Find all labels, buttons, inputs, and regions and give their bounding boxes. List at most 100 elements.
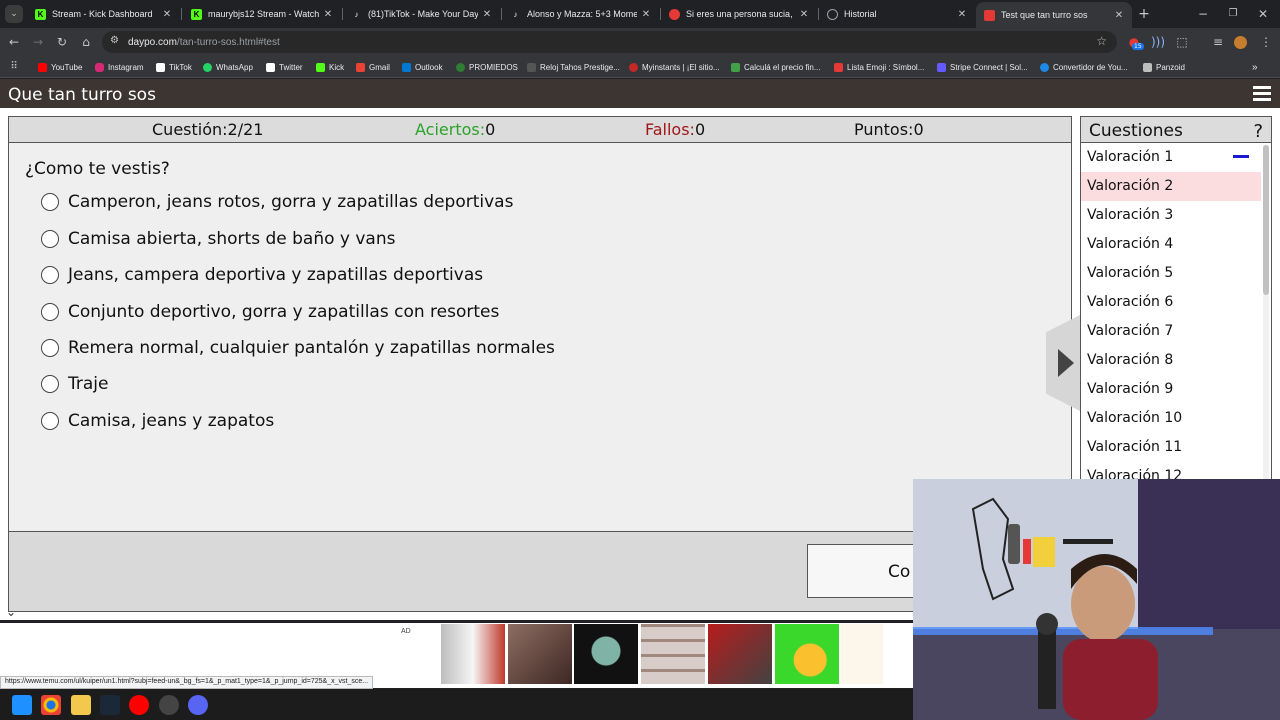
reading-list-icon[interactable]: ≡ <box>1210 34 1226 50</box>
bookmark-tiktok[interactable]: TikTok <box>156 60 192 74</box>
radio-button[interactable] <box>41 193 59 211</box>
steam-icon[interactable] <box>100 695 120 715</box>
tab-title: maurybjs12 Stream - Watch Live <box>208 9 319 19</box>
kick-icon <box>316 62 325 72</box>
bookmark-gmail[interactable]: Gmail <box>356 60 390 74</box>
close-icon[interactable]: ✕ <box>957 9 967 20</box>
bookmark-promiedos[interactable]: PROMIEDOS <box>456 60 518 74</box>
url-host: daypo.com <box>128 36 177 48</box>
reload-icon[interactable]: ↻ <box>54 34 70 50</box>
ad-product-image[interactable] <box>775 624 839 684</box>
profile-avatar[interactable] <box>1234 36 1247 49</box>
radio-button[interactable] <box>41 230 59 248</box>
answer-option[interactable]: Jeans, campera deportiva y zapatillas de… <box>41 264 483 286</box>
sidebar-item[interactable]: Valoración 6 <box>1081 288 1261 317</box>
window-close-icon[interactable]: ✕ <box>1255 6 1271 22</box>
sidebar-item[interactable]: Valoración 10 <box>1081 404 1261 433</box>
chevron-down-icon[interactable]: ⌄ <box>6 605 16 619</box>
sidebar-item-current[interactable]: Valoración 2 <box>1081 172 1261 201</box>
close-icon[interactable]: ✕ <box>1114 10 1124 21</box>
more-bookmarks-icon[interactable]: » <box>1252 60 1258 74</box>
sidebar-item[interactable]: Valoración 8 <box>1081 346 1261 375</box>
bookmark-calcula[interactable]: Calculá el precio fin... <box>731 60 820 74</box>
answer-option[interactable]: Traje <box>41 373 108 395</box>
answer-option[interactable]: Camisa, jeans y zapatos <box>41 410 274 432</box>
restore-icon[interactable]: ❐ <box>1225 6 1241 22</box>
ad-product-image[interactable] <box>441 624 505 684</box>
bookmark-emoji[interactable]: Lista Emoji : Símbol... <box>834 60 924 74</box>
tab-kick-stream[interactable]: K maurybjs12 Stream - Watch Live ✕ <box>183 4 341 24</box>
close-icon[interactable]: ✕ <box>323 9 333 20</box>
answer-option[interactable]: Camperon, jeans rotos, gorra y zapatilla… <box>41 191 513 213</box>
ad-product-image[interactable] <box>574 624 638 684</box>
radio-button[interactable] <box>41 412 59 430</box>
ad-product-image[interactable] <box>841 624 883 684</box>
home-icon[interactable]: ⌂ <box>78 34 94 50</box>
tab-historial[interactable]: Historial ✕ <box>819 4 975 24</box>
answer-option[interactable]: Conjunto deportivo, gorra y zapatillas c… <box>41 301 499 323</box>
tab-tiktok[interactable]: ♪ (81)TikTok - Make Your Day ✕ <box>343 4 500 24</box>
answer-option[interactable]: Remera normal, cualquier pantalón y zapa… <box>41 337 555 359</box>
minimize-icon[interactable]: − <box>1195 6 1211 22</box>
obs-icon[interactable] <box>159 695 179 715</box>
radio-button[interactable] <box>41 375 59 393</box>
file-explorer-icon[interactable] <box>71 695 91 715</box>
sidebar-item[interactable]: Valoración 11 <box>1081 433 1261 462</box>
ad-product-image[interactable] <box>708 624 772 684</box>
daypo-icon <box>984 9 995 21</box>
audio-icon[interactable]: ))) <box>1150 34 1166 50</box>
bookmark-instagram[interactable]: Instagram <box>95 60 144 74</box>
forward-icon[interactable]: → <box>30 34 46 50</box>
bookmark-twitter[interactable]: Twitter <box>266 60 303 74</box>
outlook-icon <box>402 62 411 72</box>
discord-icon[interactable] <box>188 695 208 715</box>
tab-title: (81)TikTok - Make Your Day <box>368 9 478 19</box>
tab-kick-dashboard[interactable]: K Stream - Kick Dashboard ✕ <box>27 4 180 24</box>
sidebar-item[interactable]: Valoración 9 <box>1081 375 1261 404</box>
bookmark-reloj[interactable]: Reloj Tahos Prestige... <box>527 60 620 74</box>
apps-grid-icon[interactable]: ⠿ <box>6 59 22 75</box>
help-icon[interactable]: ? <box>1253 117 1263 146</box>
address-bar[interactable]: ⚙ daypo.com/tan-turro-sos.html#test ☆ <box>102 31 1117 53</box>
sidebar-item[interactable]: Valoración 5 <box>1081 259 1261 288</box>
tab-persona-sucia[interactable]: Si eres una persona sucia, este ✕ <box>661 4 817 24</box>
sidebar-item[interactable]: Valoración 4 <box>1081 230 1261 259</box>
tab-turro-test[interactable]: Test que tan turro sos ✕ <box>976 2 1132 28</box>
bookmark-convertidor[interactable]: Convertidor de You... <box>1040 60 1128 74</box>
bookmark-outlook[interactable]: Outlook <box>402 60 443 74</box>
bookmark-kick[interactable]: Kick <box>316 60 344 74</box>
ad-product-image[interactable] <box>641 624 705 684</box>
sidebar-item[interactable]: Valoración 7 <box>1081 317 1261 346</box>
menu-dots-icon[interactable]: ⋮ <box>1258 34 1274 50</box>
hamburger-menu-icon[interactable] <box>1253 86 1271 102</box>
answer-option[interactable]: Camisa abierta, shorts de baño y vans <box>41 228 395 250</box>
bookmark-youtube[interactable]: YouTube <box>38 60 82 74</box>
chrome-icon[interactable] <box>41 695 61 715</box>
youtube-icon[interactable] <box>129 695 149 715</box>
bookmark-panzoid[interactable]: Panzoid <box>1143 60 1185 74</box>
ad-product-image[interactable] <box>508 624 572 684</box>
new-tab-icon[interactable]: + <box>1136 6 1152 22</box>
bookmark-stripe[interactable]: Stripe Connect | Sol... <box>937 60 1028 74</box>
extensions-puzzle-icon[interactable]: ⬚ <box>1174 34 1190 50</box>
close-icon[interactable]: ✕ <box>162 9 172 20</box>
tab-tiktok-video[interactable]: ♪ Alonso y Mazza: 5+3 Momentos ✕ <box>502 4 659 24</box>
sidebar-item[interactable]: Valoración 1 <box>1081 143 1261 172</box>
radio-button[interactable] <box>41 303 59 321</box>
tab-search-icon[interactable]: ⌄ <box>5 5 23 23</box>
close-icon[interactable]: ✕ <box>641 9 651 20</box>
radio-button[interactable] <box>41 339 59 357</box>
close-icon[interactable]: ✕ <box>482 9 492 20</box>
bookmark-myinstants[interactable]: Myinstants | ¡El sitio... <box>629 60 720 74</box>
sidebar-item[interactable]: Valoración 3 <box>1081 201 1261 230</box>
close-icon[interactable]: ✕ <box>799 9 809 20</box>
bookmark-star-icon[interactable]: ☆ <box>1096 34 1107 48</box>
tab-title: Si eres una persona sucia, este <box>686 9 795 19</box>
bookmark-whatsapp[interactable]: WhatsApp <box>203 60 253 74</box>
points-counter: Puntos:0 <box>854 120 924 139</box>
site-info-icon[interactable]: ⚙ <box>110 35 119 46</box>
radio-button[interactable] <box>41 266 59 284</box>
windows-start-icon[interactable] <box>12 695 32 715</box>
ad-label: AD <box>401 628 411 635</box>
back-icon[interactable]: ← <box>6 34 22 50</box>
